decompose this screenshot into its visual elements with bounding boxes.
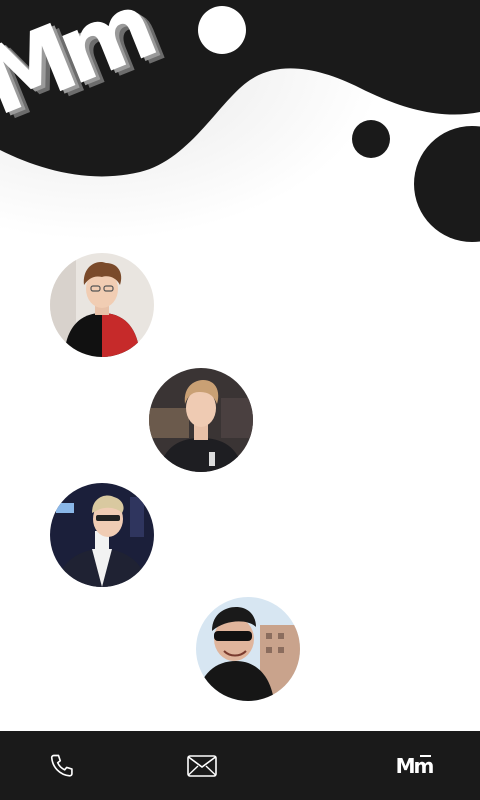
team-member-avatar[interactable] [50, 483, 154, 587]
mail-button[interactable] [180, 731, 224, 800]
team-member-avatar[interactable] [196, 597, 300, 701]
home-logo-button[interactable]: Mm [390, 731, 438, 800]
avatar-photo [149, 368, 253, 472]
avatar-photo [196, 597, 300, 701]
avatar-photo [50, 253, 154, 357]
team-member-avatar[interactable] [50, 253, 154, 357]
brand-logo-text: Mm [0, 0, 162, 137]
brand-logo-icon: Mm [395, 753, 435, 778]
phone-icon [50, 754, 73, 777]
team-member-avatar[interactable] [149, 368, 253, 472]
avatar-photo [50, 483, 154, 587]
bottom-navigation-bar: Mm [0, 731, 480, 800]
phone-button[interactable] [40, 731, 84, 800]
mail-icon [187, 754, 217, 777]
brand-logo: Mm [0, 0, 190, 170]
